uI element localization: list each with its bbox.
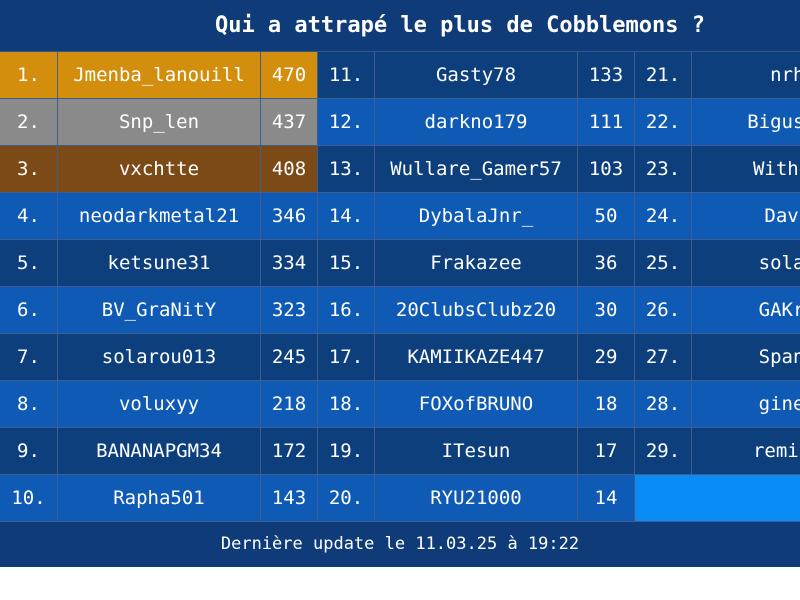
rank-cell: 23.: [635, 146, 692, 193]
rank-cell: 13.: [318, 146, 375, 193]
capture-count-cell: 111: [578, 99, 635, 146]
player-name-cell: Spanta: [692, 334, 800, 381]
rank-cell: 29.: [635, 428, 692, 475]
rank-cell: 19.: [318, 428, 375, 475]
player-name-cell: Jmenba_lanouill: [58, 52, 261, 99]
player-name-cell: Wither5: [692, 146, 800, 193]
leaderboard: Qui a attrapé le plus de Cobblemons ? 1.…: [0, 0, 800, 567]
player-name-cell: Rapha501: [58, 475, 261, 522]
player-name-cell: FOXofBRUNO: [375, 381, 578, 428]
capture-count-cell: 470: [261, 52, 318, 99]
player-name-cell: solarou013: [58, 334, 261, 381]
player-name-cell: 20ClubsClubz20: [375, 287, 578, 334]
empty-slot: [635, 475, 800, 522]
rank-cell: 11.: [318, 52, 375, 99]
rank-cell: 17.: [318, 334, 375, 381]
player-name-cell: ketsune31: [58, 240, 261, 287]
capture-count-cell: 29: [578, 334, 635, 381]
player-name-cell: solari: [692, 240, 800, 287]
rank-cell: 10.: [0, 475, 58, 522]
player-name-cell: Gasty78: [375, 52, 578, 99]
capture-count-cell: 30: [578, 287, 635, 334]
player-name-cell: ITesun: [375, 428, 578, 475]
player-name-cell: Frakazee: [375, 240, 578, 287]
rank-cell: 28.: [635, 381, 692, 428]
rank-cell: 18.: [318, 381, 375, 428]
capture-count-cell: 172: [261, 428, 318, 475]
rank-cell: 8.: [0, 381, 58, 428]
rank-cell: 24.: [635, 193, 692, 240]
player-name-cell: KAMIIKAZE447: [375, 334, 578, 381]
rank-cell: 16.: [318, 287, 375, 334]
rank-cell: 1.: [0, 52, 58, 99]
capture-count-cell: 103: [578, 146, 635, 193]
last-update-footer: Dernière update le 11.03.25 à 19:22: [0, 522, 800, 567]
rank-cell: 2.: [0, 99, 58, 146]
rank-cell: 20.: [318, 475, 375, 522]
player-name-cell: ginett: [692, 381, 800, 428]
player-name-cell: darkno179: [375, 99, 578, 146]
player-name-cell: neodarkmetal21: [58, 193, 261, 240]
capture-count-cell: 245: [261, 334, 318, 381]
capture-count-cell: 36: [578, 240, 635, 287]
rank-cell: 3.: [0, 146, 58, 193]
player-name-cell: nrhr: [692, 52, 800, 99]
player-name-cell: voluxyy: [58, 381, 261, 428]
rank-cell: 22.: [635, 99, 692, 146]
rank-cell: 6.: [0, 287, 58, 334]
capture-count-cell: 218: [261, 381, 318, 428]
rank-cell: 9.: [0, 428, 58, 475]
player-name-cell: reminar: [692, 428, 800, 475]
rank-cell: 25.: [635, 240, 692, 287]
rank-cell: 7.: [0, 334, 58, 381]
rank-cell: 12.: [318, 99, 375, 146]
rank-cell: 4.: [0, 193, 58, 240]
capture-count-cell: 18: [578, 381, 635, 428]
rank-cell: 21.: [635, 52, 692, 99]
title-bar: Qui a attrapé le plus de Cobblemons ?: [0, 0, 800, 52]
rank-cell: 26.: [635, 287, 692, 334]
capture-count-cell: 437: [261, 99, 318, 146]
player-name-cell: Snp_len: [58, 99, 261, 146]
capture-count-cell: 323: [261, 287, 318, 334]
capture-count-cell: 408: [261, 146, 318, 193]
player-name-cell: BigusChu: [692, 99, 800, 146]
capture-count-cell: 346: [261, 193, 318, 240]
player-name-cell: BANANAPGM34: [58, 428, 261, 475]
page-title: Qui a attrapé le plus de Cobblemons ?: [214, 13, 706, 38]
leaderboard-grid: 1. Jmenba_lanouill 470 2. Snp_len 437 3. vxchtt…: [0, 52, 800, 522]
player-name-cell: BV_GraNitY: [58, 287, 261, 334]
capture-count-cell: 50: [578, 193, 635, 240]
capture-count-cell: 133: [578, 52, 635, 99]
player-name-cell: Wullare_Gamer57: [375, 146, 578, 193]
capture-count-cell: 334: [261, 240, 318, 287]
player-name-cell: Davla: [692, 193, 800, 240]
capture-count-cell: 143: [261, 475, 318, 522]
rank-cell: 14.: [318, 193, 375, 240]
player-name-cell: GAKryp: [692, 287, 800, 334]
player-name-cell: DybalaJnr_: [375, 193, 578, 240]
capture-count-cell: 17: [578, 428, 635, 475]
player-name-cell: RYU21000: [375, 475, 578, 522]
player-name-cell: vxchtte: [58, 146, 261, 193]
rank-cell: 5.: [0, 240, 58, 287]
capture-count-cell: 14: [578, 475, 635, 522]
rank-cell: 15.: [318, 240, 375, 287]
rank-cell: 27.: [635, 334, 692, 381]
